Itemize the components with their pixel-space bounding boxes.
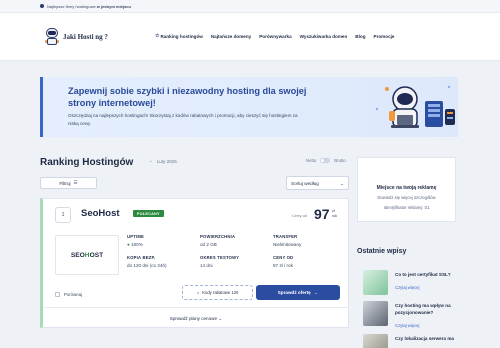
nav-item-domains[interactable]: Najtańsze domeny <box>211 33 251 39</box>
filter-icon: ☰ <box>73 180 78 185</box>
toggle-label-gross: Brutto <box>334 158 346 163</box>
pricing-plans-label: Sprawdź plany cenowe <box>169 316 218 321</box>
spec-value: 14 dni <box>200 263 213 268</box>
nav-item-blog[interactable]: Blog <box>355 33 365 39</box>
ranking-date: • Luty 2025 <box>150 159 177 164</box>
spec-key: POWIERZCHNIA <box>200 234 236 239</box>
spec-key: OKRES TESTOWY <box>200 255 240 260</box>
spec-uptime: UPTIME ● 100% <box>127 234 144 247</box>
spec-storage: POWIERZCHNIA od 2 GB <box>200 234 235 247</box>
nav-label: Porównywarka <box>259 33 292 39</box>
sort-select[interactable]: Sortuj według ⌄ <box>286 176 349 190</box>
discount-codes-label: Kody rabatowe 120 <box>202 290 239 295</box>
logo-text-right: OST <box>89 251 104 259</box>
hosting-name[interactable]: SeoHost <box>81 208 120 219</box>
spec-value-text: 100% <box>131 242 143 247</box>
compare-label: Porównaj <box>64 292 82 297</box>
toggle-label-net: Netto <box>306 158 317 163</box>
post-title[interactable]: Czy lokalizacja serwera ma <box>395 335 457 342</box>
price-prefix: Ceny od <box>292 213 307 218</box>
spec-value: ● 100% <box>127 242 144 247</box>
ranking-date-text: Luty 2025 <box>156 159 177 164</box>
filter-label: Filtruj <box>59 180 71 186</box>
spec-value: od 2 GB <box>200 242 217 247</box>
price-type-toggle[interactable]: Netto Brutto <box>306 158 346 163</box>
ad-line-2: Identyfikator reklamy: 01 <box>383 205 430 210</box>
check-offer-label: Sprawdź ofertę <box>277 290 311 295</box>
checkbox-icon[interactable] <box>55 292 60 297</box>
robot-logo-icon <box>44 28 60 46</box>
nav-label: Blog <box>355 33 366 39</box>
ad-title: Miejsce na twoją reklamę <box>376 185 437 191</box>
card-divider <box>43 307 349 308</box>
rank-number: 1 <box>55 207 71 223</box>
recent-posts-title: Ostatnie wpisy <box>357 248 407 255</box>
recent-post[interactable]: Co to jest certyfikat SSL? Czytaj więcej <box>357 270 456 300</box>
nav-item-domain-search[interactable]: Wyszukiwarka domen <box>300 33 348 39</box>
nav-item-ranking[interactable]: ☆ Ranking hostingów <box>155 33 203 39</box>
nav-label: Ranking hostingów <box>160 33 203 39</box>
ad-placeholder[interactable]: Miejsce na twoją reklamę Dowiedz się wię… <box>357 157 456 222</box>
nav-label: Promocje <box>373 33 395 39</box>
ad-details: Dowiedz się więcej szczegółów Identyfika… <box>358 193 455 213</box>
read-more-link[interactable]: Czytaj więcej <box>395 285 419 290</box>
astronaut-illustration-icon <box>375 85 455 128</box>
nav-item-promotions[interactable]: Promocje <box>374 33 395 39</box>
post-title[interactable]: Co to jest certyfikat SSL? <box>395 271 457 278</box>
brand-name: Jaki Hosti ng ? <box>63 33 108 41</box>
post-title[interactable]: Czy hosting ma wpływ na pozycjonowanie? <box>395 302 457 316</box>
star-icon: ☆ <box>155 33 160 39</box>
discount-codes-button[interactable]: ⌂ Kody rabatowe 120 <box>182 285 253 300</box>
filter-button[interactable]: Filtruj ☰ <box>40 177 97 189</box>
chevron-down-icon: ⌄ <box>340 181 344 186</box>
pricing-plans-toggle[interactable]: Sprawdź plany cenowe ⌄ <box>43 316 349 322</box>
ad-line-1[interactable]: Dowiedz się więcej szczegółów <box>358 193 455 203</box>
spec-key: TRANSFER <box>273 234 298 239</box>
recent-post[interactable]: Czy hosting ma wpływ na pozycjonowanie? … <box>357 301 456 331</box>
hosting-card: 1 SeoHost POLECANY Ceny od 97 zł rok SEO… <box>40 198 349 328</box>
spec-key: UPTIME <box>127 234 145 239</box>
post-thumbnail[interactable] <box>363 301 388 326</box>
site-logo[interactable]: Jaki Hosti ng ? <box>44 28 108 46</box>
spec-key: CENY OD <box>273 255 294 260</box>
read-more-link[interactable]: Czytaj więcej <box>395 323 419 328</box>
price-period: rok <box>332 213 338 218</box>
arrow-right-icon: → <box>313 290 319 295</box>
spec-backup: KOPIA BEZP. do 120 dni (co 24h) <box>127 255 167 268</box>
post-thumbnail[interactable] <box>363 270 388 295</box>
info-icon <box>40 4 44 8</box>
spec-key: KOPIA BEZP. <box>127 255 156 260</box>
hero-description: Oszczędzaj na najlepszych hostingach! Sk… <box>68 113 298 126</box>
tag-icon: ⌂ <box>196 290 200 295</box>
price-value: 97 <box>314 206 330 222</box>
spec-value: do 120 dni (co 24h) <box>127 263 167 268</box>
nav-label: Wyszukiwarka domen <box>299 33 348 39</box>
price-unit: zł rok <box>332 209 337 218</box>
hosting-logo[interactable]: SEO H OST <box>55 235 119 275</box>
logo-text-left: SEO <box>70 251 85 259</box>
topbar-emphasis: w jednym miejscu <box>96 3 131 9</box>
sort-label: Sortuj według <box>291 180 319 186</box>
spec-price: CENY OD 97 zł / rok <box>273 255 293 268</box>
check-offer-button[interactable]: Sprawdź ofertę → <box>256 285 340 300</box>
nav-item-compare[interactable]: Porównywarka <box>259 33 291 39</box>
spec-value: Nielimitowany <box>273 242 302 247</box>
post-thumbnail[interactable] <box>363 334 388 348</box>
topbar-text: Najlepsze firmy hostingowe <box>47 3 96 9</box>
ranking-title: Ranking Hostingów <box>40 157 134 168</box>
nav-label: Najtańsze domeny <box>210 33 252 39</box>
site-header: Jaki Hosti ng ? ☆ Ranking hostingów Najt… <box>0 13 500 61</box>
top-announcement-bar: Najlepsze firmy hostingowe w jednym miej… <box>0 0 500 13</box>
main-nav: ☆ Ranking hostingów Najtańsze domeny Por… <box>155 33 402 39</box>
hero-banner: Zapewnij sobie szybki i niezawodny hosti… <box>40 77 458 137</box>
chevron-down-icon: ⌄ <box>218 316 223 321</box>
spec-value: 97 zł / rok <box>273 263 293 268</box>
spec-trial: OKRES TESTOWY 14 dni <box>200 255 239 268</box>
toggle-switch[interactable] <box>320 158 331 163</box>
recommended-badge: POLECANY <box>133 210 164 217</box>
hero-title: Zapewnij sobie szybki i niezawodny hosti… <box>68 86 307 108</box>
spec-transfer: TRANSFER Nielimitowany <box>273 234 301 247</box>
recent-post[interactable]: Czy lokalizacja serwera ma <box>357 334 456 348</box>
compare-checkbox[interactable]: Porównaj <box>55 292 82 297</box>
